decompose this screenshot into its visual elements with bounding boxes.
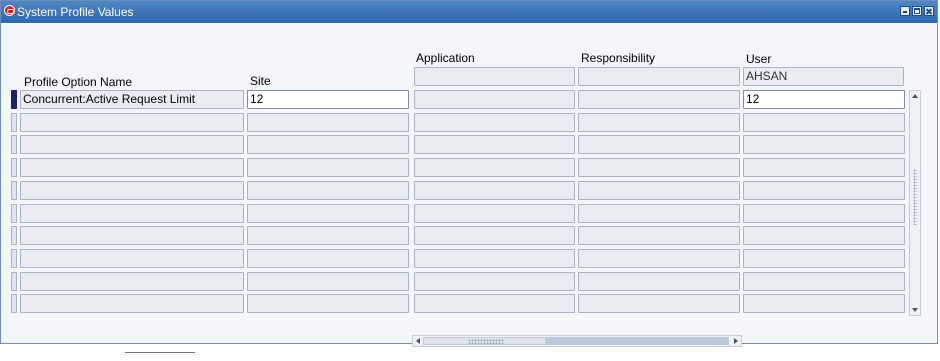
header-profile-option-name: Profile Option Name — [24, 75, 133, 89]
scroll-grip-icon — [913, 169, 917, 225]
horizontal-scroll-track[interactable] — [546, 337, 729, 345]
site-value-field[interactable] — [247, 249, 409, 268]
header-user: User — [746, 52, 772, 66]
user-value-field[interactable] — [743, 272, 905, 291]
application-value-field[interactable] — [414, 113, 575, 132]
header-application: Application — [416, 51, 475, 65]
responsibility-value-field[interactable] — [578, 90, 740, 109]
user-value-field[interactable] — [743, 135, 905, 154]
row-indicator[interactable] — [11, 294, 17, 313]
header-site: Site — [250, 74, 271, 88]
user-context-field[interactable]: AHSAN — [743, 67, 904, 86]
title-bar[interactable]: System Profile Values — [1, 1, 937, 23]
profile-option-field[interactable] — [20, 249, 244, 268]
site-value-field[interactable] — [247, 272, 409, 291]
site-value-field[interactable] — [247, 204, 409, 223]
oracle-icon — [4, 5, 15, 16]
scroll-down-icon[interactable] — [912, 308, 918, 312]
window-title: System Profile Values — [17, 5, 134, 19]
row-indicator[interactable] — [11, 158, 17, 177]
row-indicator[interactable] — [11, 272, 17, 291]
application-value-field[interactable] — [414, 181, 575, 200]
scroll-up-icon[interactable] — [912, 94, 918, 98]
user-value-field[interactable] — [743, 158, 905, 177]
profile-option-field[interactable] — [20, 294, 244, 313]
site-value-field[interactable] — [247, 113, 409, 132]
row-indicator[interactable] — [11, 90, 17, 109]
application-value-field[interactable] — [414, 272, 575, 291]
application-value-field[interactable] — [414, 294, 575, 313]
horizontal-scroll-thumb[interactable] — [423, 337, 546, 345]
application-value-field[interactable] — [414, 249, 575, 268]
scroll-right-icon[interactable] — [734, 338, 738, 344]
site-value-field[interactable]: 12 — [247, 90, 409, 109]
responsibility-value-field[interactable] — [578, 226, 740, 245]
responsibility-value-field[interactable] — [578, 294, 740, 313]
responsibility-value-field[interactable] — [578, 249, 740, 268]
scroll-grip-icon — [468, 339, 504, 344]
profile-option-field[interactable] — [20, 181, 244, 200]
row-indicator[interactable] — [11, 135, 17, 154]
application-value-field[interactable] — [414, 226, 575, 245]
user-value-field[interactable] — [743, 226, 905, 245]
user-value-field[interactable]: 12 — [743, 90, 905, 109]
site-value-field[interactable] — [247, 158, 409, 177]
site-value-field[interactable] — [247, 294, 409, 313]
maximize-icon[interactable] — [912, 6, 922, 16]
profile-option-field[interactable]: Concurrent:Active Request Limit — [20, 90, 244, 109]
profile-option-field[interactable] — [20, 272, 244, 291]
user-value-field[interactable] — [743, 204, 905, 223]
responsibility-value-field[interactable] — [578, 181, 740, 200]
user-value-field[interactable] — [743, 249, 905, 268]
site-value-field[interactable] — [247, 135, 409, 154]
close-icon[interactable] — [924, 6, 934, 16]
responsibility-context-field[interactable] — [578, 67, 740, 86]
profile-option-field[interactable] — [20, 204, 244, 223]
responsibility-value-field[interactable] — [578, 135, 740, 154]
application-value-field[interactable] — [414, 158, 575, 177]
horizontal-scrollbar[interactable] — [412, 335, 742, 347]
row-indicator[interactable] — [11, 204, 17, 223]
user-value-field[interactable] — [743, 113, 905, 132]
application-value-field[interactable] — [414, 90, 575, 109]
header-responsibility: Responsibility — [581, 51, 656, 65]
row-indicator[interactable] — [11, 181, 17, 200]
scroll-left-icon[interactable] — [416, 338, 420, 344]
responsibility-value-field[interactable] — [578, 113, 740, 132]
user-value-field[interactable] — [743, 294, 905, 313]
row-indicator[interactable] — [11, 249, 17, 268]
profile-option-field[interactable] — [20, 135, 244, 154]
row-indicator[interactable] — [11, 226, 17, 245]
responsibility-value-field[interactable] — [578, 272, 740, 291]
vertical-scrollbar[interactable] — [909, 90, 921, 316]
application-value-field[interactable] — [414, 135, 575, 154]
user-value-field[interactable] — [743, 181, 905, 200]
profile-option-field[interactable] — [20, 226, 244, 245]
row-indicator[interactable] — [11, 113, 17, 132]
site-value-field[interactable] — [247, 226, 409, 245]
minimize-icon[interactable] — [900, 6, 910, 16]
application-value-field[interactable] — [414, 204, 575, 223]
profile-option-field[interactable] — [20, 113, 244, 132]
application-context-field[interactable] — [414, 67, 575, 86]
profile-option-field[interactable] — [20, 158, 244, 177]
site-value-field[interactable] — [247, 181, 409, 200]
responsibility-value-field[interactable] — [578, 204, 740, 223]
responsibility-value-field[interactable] — [578, 158, 740, 177]
